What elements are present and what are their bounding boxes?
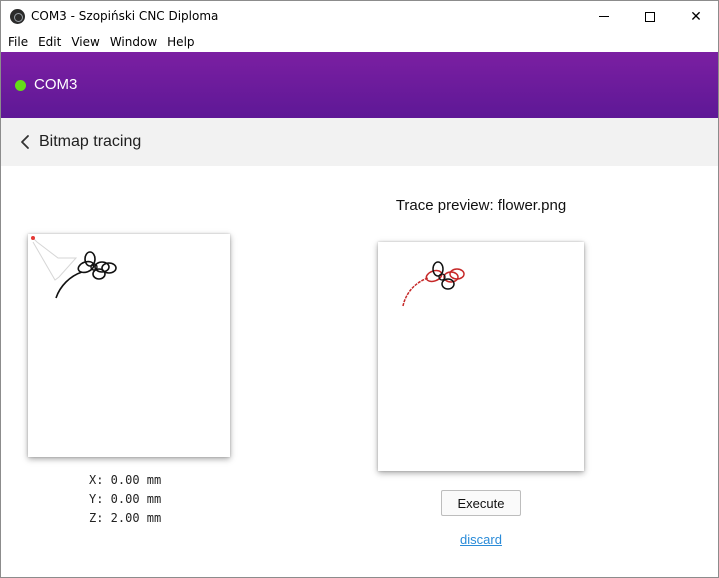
menu-help[interactable]: Help — [162, 35, 199, 49]
travel-path — [32, 237, 78, 281]
traced-stem — [402, 277, 429, 307]
traced-petal — [441, 278, 455, 290]
machine-coordinates: X: 0.00 mm Y: 0.00 mm Z: 2.00 mm — [89, 471, 161, 528]
app-header: COM3 — [1, 52, 718, 118]
maximize-button[interactable] — [627, 1, 673, 32]
machine-canvas[interactable] — [28, 234, 230, 457]
maximize-icon — [645, 11, 655, 22]
chevron-left-icon[interactable] — [19, 134, 31, 150]
close-icon: ✕ — [690, 8, 702, 25]
menu-bar: File Edit View Window Help — [1, 32, 718, 52]
window-title: COM3 - Szopiński CNC Diploma — [31, 9, 219, 23]
app-window: COM3 - Szopiński CNC Diploma ✕ File Edit… — [0, 0, 719, 578]
y-coordinate: Y: 0.00 mm — [89, 492, 162, 506]
port-name: COM3 — [34, 76, 78, 93]
menu-view[interactable]: View — [66, 35, 104, 49]
trace-preview-canvas — [378, 242, 584, 471]
execute-button[interactable]: Execute — [441, 490, 521, 516]
menu-file[interactable]: File — [3, 35, 33, 49]
minimize-button[interactable] — [581, 1, 627, 32]
z-coordinate: Z: 2.00 mm — [89, 511, 162, 525]
menu-edit[interactable]: Edit — [33, 35, 66, 49]
machine-drawing — [31, 236, 117, 299]
discard-link[interactable]: discard — [441, 532, 521, 547]
tool-position-marker — [31, 236, 35, 240]
app-logo-icon — [10, 9, 25, 24]
preview-title: Trace preview: flower.png — [395, 197, 567, 214]
page-title: Bitmap tracing — [39, 133, 142, 150]
close-button[interactable]: ✕ — [673, 1, 718, 32]
menu-window[interactable]: Window — [105, 35, 162, 49]
x-coordinate: X: 0.00 mm — [89, 473, 162, 487]
page-header: Bitmap tracing — [1, 118, 718, 166]
title-bar[interactable]: COM3 - Szopiński CNC Diploma ✕ — [1, 1, 718, 32]
trace-preview-drawing — [402, 261, 465, 307]
minimize-icon — [599, 16, 609, 17]
connection-status-icon — [15, 80, 26, 91]
